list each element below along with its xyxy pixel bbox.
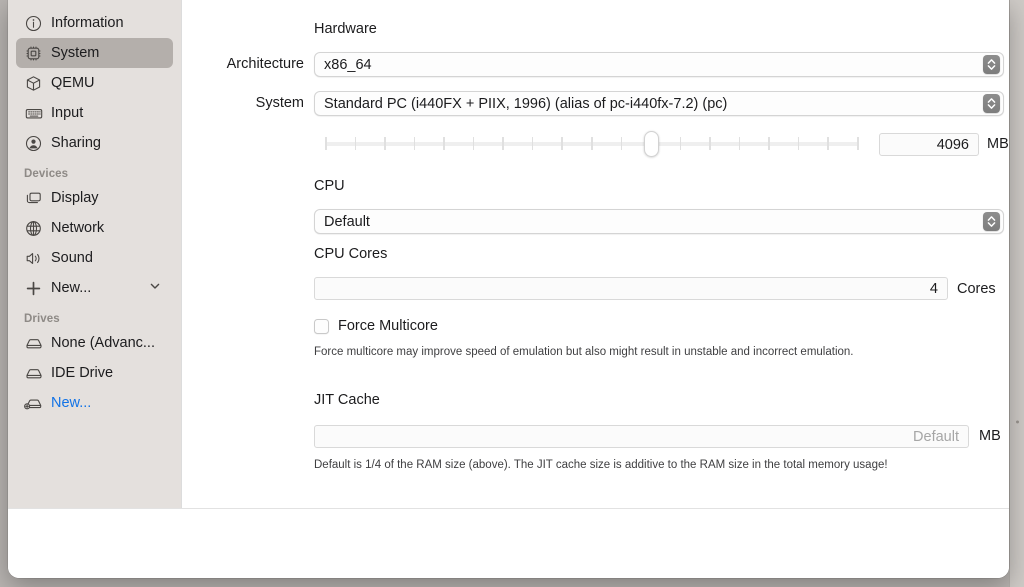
- force-multicore-checkbox[interactable]: [314, 318, 329, 334]
- memory-slider-tick: [561, 137, 563, 150]
- cpu-cores-value: 4: [929, 280, 938, 297]
- memory-slider-tick: [354, 137, 357, 150]
- hardware-section-title: Hardware: [314, 21, 377, 37]
- background-window-edge-text: •: [1011, 420, 1023, 424]
- memory-slider-tick: [709, 137, 711, 150]
- jit-cache-placeholder: Default: [913, 428, 959, 445]
- drive-icon: [24, 334, 43, 352]
- cpu-cores-field[interactable]: 4: [314, 277, 948, 300]
- memory-slider-tick: [679, 137, 682, 150]
- memory-slider-tick: [502, 137, 504, 150]
- sidebar: Information System QEMU Input Sharing De…: [8, 0, 181, 508]
- globe-icon: [24, 219, 43, 237]
- memory-slider-tick: [413, 137, 416, 150]
- sidebar-item-label: New...: [51, 280, 92, 296]
- memory-slider-tick: [857, 137, 859, 150]
- sidebar-item-sound[interactable]: Sound: [16, 243, 173, 273]
- speaker-wave-icon: [24, 249, 43, 267]
- sidebar-item-new-drive[interactable]: New...: [16, 388, 173, 418]
- cpu-value: Default: [324, 213, 370, 230]
- sidebar-item-qemu[interactable]: QEMU: [16, 68, 173, 98]
- memory-slider[interactable]: [325, 131, 859, 157]
- memory-slider-tick: [738, 137, 741, 150]
- memory-slider-tick: [384, 137, 386, 150]
- jit-cache-unit-label: MB: [979, 428, 1001, 444]
- cpu-select[interactable]: Default: [314, 209, 1004, 234]
- person-circle-icon: [24, 134, 43, 152]
- sidebar-item-label: None (Advanc...: [51, 335, 155, 351]
- architecture-label: Architecture: [226, 56, 304, 72]
- memory-slider-tick: [472, 137, 475, 150]
- memory-slider-tick: [325, 137, 327, 150]
- cpu-cores-unit-label: Cores: [957, 281, 996, 297]
- memory-slider-thumb[interactable]: [643, 131, 659, 157]
- sidebar-item-display[interactable]: Display: [16, 183, 173, 213]
- memory-slider-tick: [443, 137, 445, 150]
- sidebar-item-new-device[interactable]: New...: [16, 273, 173, 303]
- force-multicore-description: Force multicore may improve speed of emu…: [314, 346, 854, 358]
- drive-icon: [24, 364, 43, 382]
- box-icon: [24, 74, 43, 92]
- sidebar-item-label: Display: [51, 190, 99, 206]
- vm-settings-window: Information System QEMU Input Sharing De…: [8, 0, 1009, 578]
- memory-value-field[interactable]: 4096: [879, 133, 979, 156]
- cpu-chip-icon: [24, 44, 43, 62]
- up-down-chevron-icon[interactable]: [983, 94, 1000, 113]
- sidebar-group-header-devices: Devices: [24, 168, 69, 180]
- memory-slider-tick: [531, 137, 534, 150]
- jit-cache-section-title: JIT Cache: [314, 392, 380, 408]
- sidebar-item-network[interactable]: Network: [16, 213, 173, 243]
- sidebar-item-label: Sound: [51, 250, 93, 266]
- system-value: Standard PC (i440FX + PIIX, 1996) (alias…: [324, 95, 728, 112]
- cpu-cores-section-title: CPU Cores: [314, 246, 388, 262]
- sidebar-item-label: System: [51, 45, 100, 61]
- sidebar-item-label: New...: [51, 395, 92, 411]
- jit-cache-field[interactable]: Default: [314, 425, 969, 448]
- jit-cache-description: Default is 1/4 of the RAM size (above). …: [314, 459, 888, 471]
- force-multicore-checkbox-row[interactable]: Force Multicore: [314, 318, 438, 334]
- sidebar-group-header-drives: Drives: [24, 313, 60, 325]
- sidebar-item-drive-ide[interactable]: IDE Drive: [16, 358, 173, 388]
- sidebar-item-input[interactable]: Input: [16, 98, 173, 128]
- keyboard-icon: [24, 104, 43, 122]
- sidebar-item-label: Input: [51, 105, 84, 121]
- system-label: System: [255, 95, 304, 111]
- sidebar-item-label: QEMU: [51, 75, 95, 91]
- sidebar-item-label: IDE Drive: [51, 365, 114, 381]
- force-multicore-label: Force Multicore: [338, 318, 438, 334]
- sidebar-item-sharing[interactable]: Sharing: [16, 128, 173, 158]
- sidebar-item-label: Network: [51, 220, 105, 236]
- sidebar-item-drive-none[interactable]: None (Advanc...: [16, 328, 173, 358]
- system-select[interactable]: Standard PC (i440FX + PIIX, 1996) (alias…: [314, 91, 1004, 116]
- sidebar-item-label: Sharing: [51, 135, 101, 151]
- info-circle-icon: [24, 14, 43, 32]
- drive-plus-icon: [24, 394, 43, 412]
- memory-slider-tick: [620, 137, 623, 150]
- architecture-value: x86_64: [324, 56, 372, 73]
- up-down-chevron-icon[interactable]: [983, 55, 1000, 74]
- memory-unit-label: MB: [987, 136, 1009, 152]
- sidebar-item-system[interactable]: System: [16, 38, 173, 68]
- cpu-section-title: CPU: [314, 178, 345, 194]
- background-window[interactable]: [1009, 0, 1024, 587]
- display-windows-icon: [24, 189, 43, 207]
- memory-slider-tick: [591, 137, 593, 150]
- memory-slider-tick: [768, 137, 770, 150]
- memory-slider-tick: [797, 137, 800, 150]
- plus-icon: [24, 279, 43, 297]
- sidebar-item-information[interactable]: Information: [16, 8, 173, 38]
- up-down-chevron-icon[interactable]: [983, 212, 1000, 231]
- architecture-select[interactable]: x86_64: [314, 52, 1004, 77]
- memory-slider-tick: [827, 137, 829, 150]
- sidebar-item-label: Information: [51, 15, 124, 31]
- memory-value: 4096: [936, 136, 969, 153]
- dialog-footer: Cancel Save: [8, 508, 1009, 578]
- chevron-down-icon[interactable]: [149, 280, 161, 296]
- settings-content-pane: Hardware Architecture x86_64 System Stan…: [181, 0, 1009, 508]
